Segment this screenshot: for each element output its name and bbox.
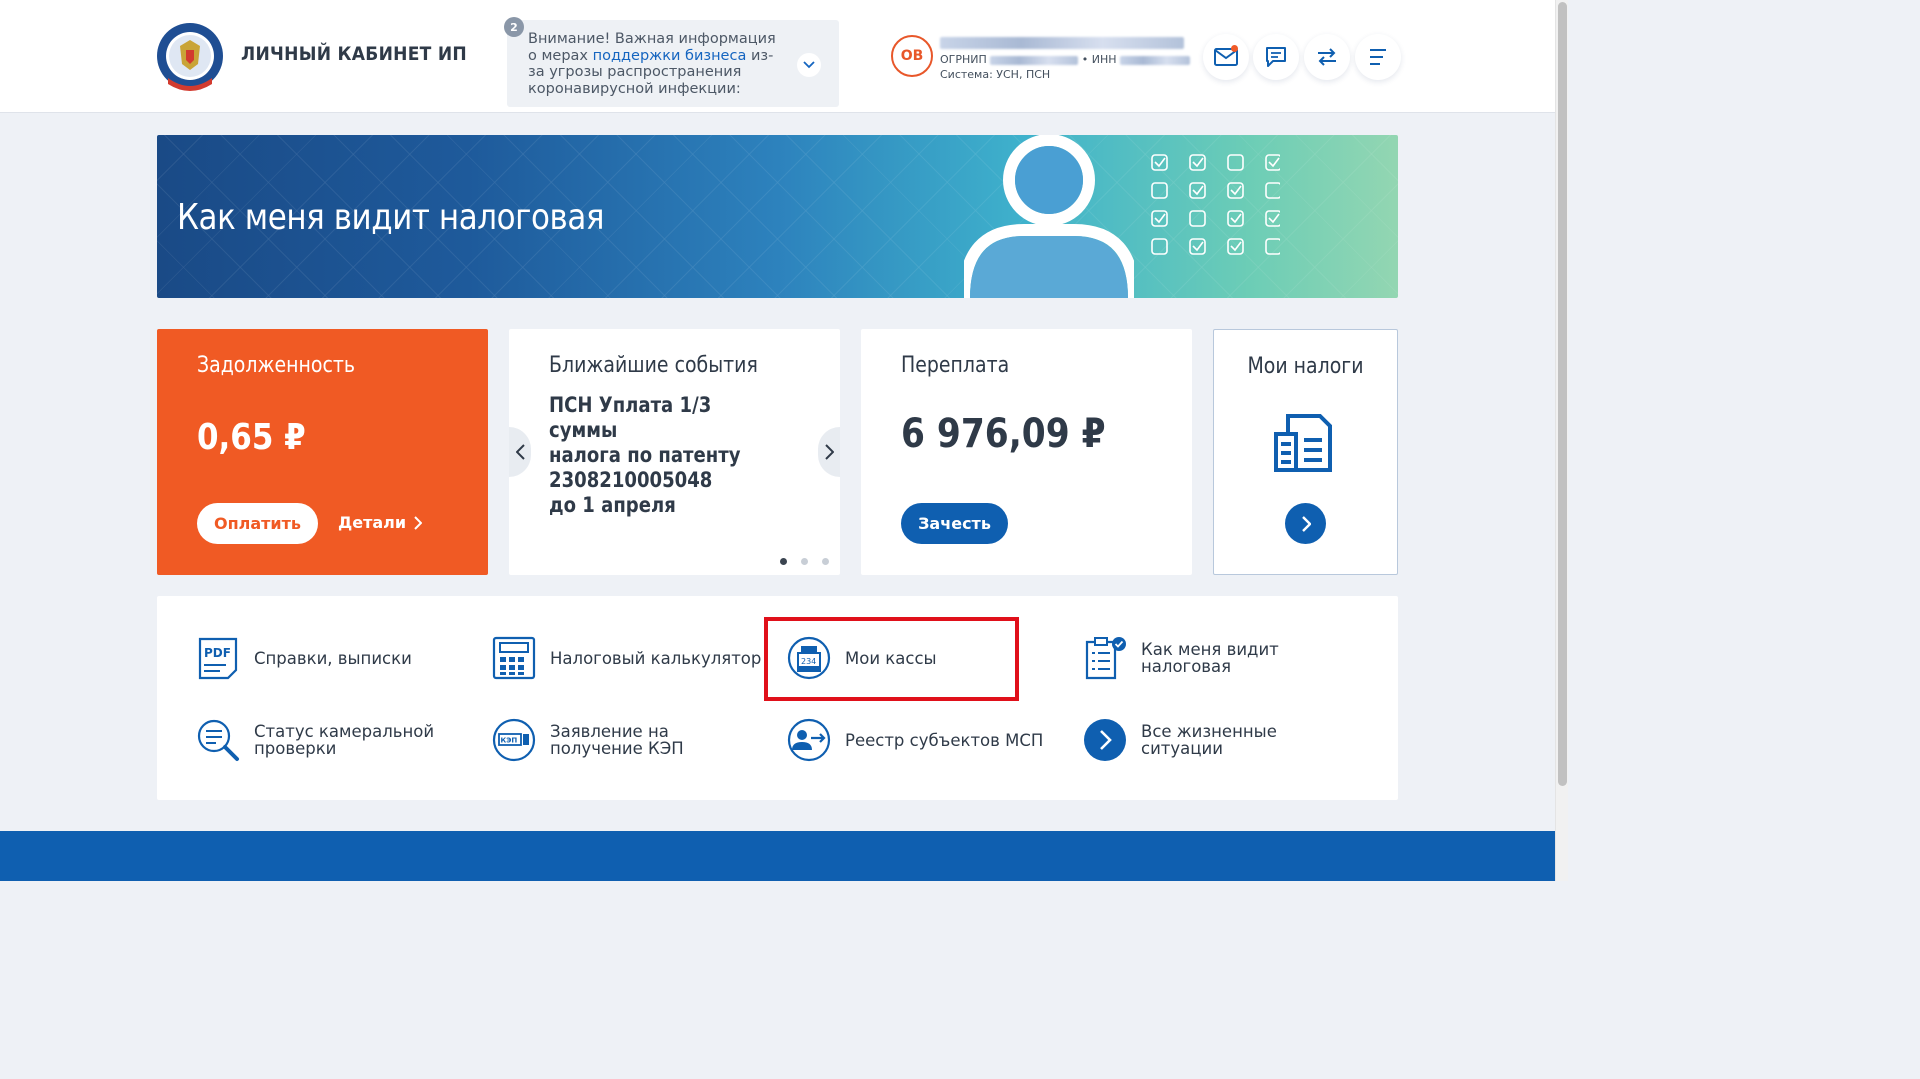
unread-indicator <box>1231 45 1238 52</box>
quick-link-label: Статус камеральной проверки <box>254 722 435 758</box>
debt-title: Задолженность <box>197 353 356 378</box>
events-card: Ближайшие события ПСН Уплата 1/3 суммы н… <box>509 329 840 575</box>
event-line: до 1 апреля <box>549 493 676 517</box>
header: ЛИЧНЫЙ КАБИНЕТ ИП 2 Внимание! Важная инф… <box>0 0 1555 113</box>
pagination-dot-2[interactable] <box>801 558 808 565</box>
quick-link-sme-registry[interactable]: Реестр субъектов МСП <box>787 718 1043 762</box>
event-line: налога по патенту <box>549 443 741 467</box>
debt-amount: 0,65 ₽ <box>197 417 306 458</box>
checklist-icon <box>1083 636 1127 680</box>
my-taxes-go-button[interactable] <box>1285 503 1326 544</box>
event-description[interactable]: ПСН Уплата 1/3 суммы налога по патенту 2… <box>549 393 781 518</box>
fns-logo-icon[interactable] <box>156 20 224 92</box>
chevron-left-icon <box>515 444 525 460</box>
event-line: 2308210005048 <box>549 468 713 492</box>
pagination-dot-1[interactable] <box>780 558 787 565</box>
chevron-right-icon <box>414 515 423 530</box>
redacted-user-name <box>940 37 1184 49</box>
chevron-right-icon <box>824 444 834 460</box>
chevron-down-icon <box>803 61 815 69</box>
scrollbar-thumb[interactable] <box>1558 2 1567 786</box>
overpayment-card: Переплата 6 976,09 ₽ Зачесть <box>861 329 1192 575</box>
offset-button[interactable]: Зачесть <box>901 503 1008 544</box>
event-line: ПСН Уплата 1/3 суммы <box>549 393 712 442</box>
events-pagination <box>780 558 829 565</box>
document-search-icon <box>196 718 240 762</box>
registry-icon <box>787 718 831 762</box>
switch-profile-button[interactable] <box>1304 34 1350 80</box>
pay-button[interactable]: Оплатить <box>197 503 318 544</box>
debt-card: Задолженность 0,65 ₽ Оплатить Детали <box>157 329 488 575</box>
swap-arrows-icon <box>1318 48 1336 66</box>
redacted-ogrnip <box>990 55 1079 65</box>
user-registration-info: ОГРНИП • ИНН <box>940 53 1191 66</box>
pagination-dot-3[interactable] <box>822 558 829 565</box>
svg-text:PDF: PDF <box>204 646 231 660</box>
quick-link-kep-application[interactable]: КЭП Заявление на получение КЭП <box>492 718 765 762</box>
calculator-icon <box>492 636 536 680</box>
events-prev-button[interactable] <box>509 427 531 477</box>
quick-link-label: Реестр субъектов МСП <box>845 730 1044 750</box>
scrollbar[interactable] <box>1555 0 1568 881</box>
svg-text:КЭП: КЭП <box>501 737 518 745</box>
quick-link-label: Справки, выписки <box>254 648 412 668</box>
notice-panel[interactable]: 2 Внимание! Важная информация о мерах по… <box>504 17 839 107</box>
inn-label: • ИНН <box>1081 53 1117 66</box>
chat-icon <box>1266 47 1286 67</box>
hamburger-menu-icon <box>1370 49 1386 65</box>
ogrnip-label: ОГРНИП <box>940 53 987 66</box>
events-title: Ближайшие события <box>549 353 758 378</box>
quick-link-label: Заявление на получение КЭП <box>550 722 684 758</box>
mail-button[interactable] <box>1203 34 1249 80</box>
overpayment-amount: 6 976,09 ₽ <box>901 411 1106 457</box>
my-taxes-title: Мои налоги <box>1247 354 1364 379</box>
arrow-right-circle-icon <box>1083 718 1127 762</box>
quick-link-tax-calculator[interactable]: Налоговый калькулятор <box>492 636 761 680</box>
overpayment-title: Переплата <box>901 353 1010 378</box>
debt-details-link[interactable]: Детали <box>338 513 423 532</box>
tax-system-text: Система: УСН, ПСН <box>940 68 1051 81</box>
quick-link-label: Как меня видит налоговая <box>1141 640 1279 676</box>
details-label: Детали <box>338 513 407 532</box>
quick-link-certificates[interactable]: PDF Справки, выписки <box>196 636 412 680</box>
quick-link-label: Все жизненные ситуации <box>1141 722 1277 758</box>
footer <box>0 831 1555 881</box>
checkbox-grid-illustration <box>1151 154 1280 255</box>
notice-expand-button[interactable] <box>797 53 821 77</box>
promo-banner[interactable]: Как меня видит налоговая <box>157 135 1398 298</box>
notice-count-badge: 2 <box>504 17 524 37</box>
notice-text: Внимание! Важная информация о мерах подд… <box>528 31 778 97</box>
messages-button[interactable] <box>1253 34 1299 80</box>
chevron-right-icon <box>1301 515 1311 532</box>
highlight-frame <box>764 617 1019 701</box>
signature-key-icon: КЭП <box>492 718 536 762</box>
banner-title: Как меня видит налоговая <box>177 197 605 238</box>
quick-link-label: Налоговый калькулятор <box>550 648 762 668</box>
pdf-document-icon: PDF <box>196 636 240 680</box>
notice-support-link[interactable]: поддержки бизнеса <box>593 48 747 64</box>
quick-link-tax-view[interactable]: Как меня видит налоговая <box>1083 636 1356 680</box>
tax-documents-icon <box>1274 414 1332 472</box>
avatar[interactable]: ОВ <box>891 35 933 77</box>
my-taxes-card[interactable]: Мои налоги <box>1213 329 1398 575</box>
app-title: ЛИЧНЫЙ КАБИНЕТ ИП <box>241 43 468 65</box>
redacted-inn <box>1120 55 1191 65</box>
quick-link-desk-audit-status[interactable]: Статус камеральной проверки <box>196 718 469 762</box>
menu-button[interactable] <box>1355 34 1401 80</box>
person-silhouette-icon <box>964 135 1134 298</box>
quick-link-all-life-situations[interactable]: Все жизненные ситуации <box>1083 718 1356 762</box>
events-next-button[interactable] <box>818 427 840 477</box>
